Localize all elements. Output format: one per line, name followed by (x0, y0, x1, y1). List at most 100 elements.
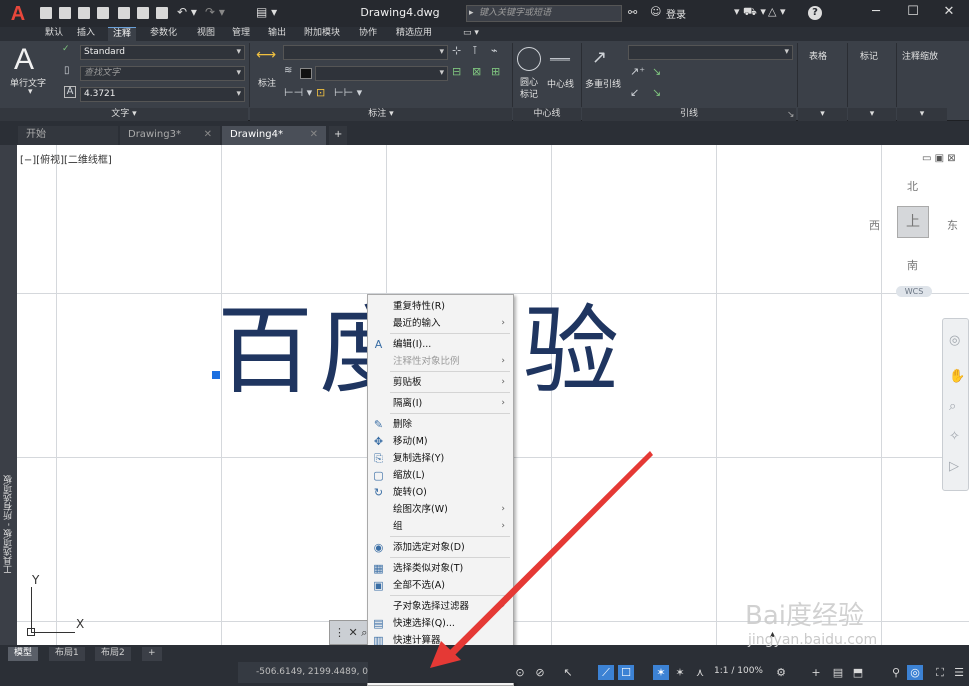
coordinates-readout[interactable]: -506.6149, 2199.4489, 0.0000 (238, 662, 368, 683)
tab-collaborate[interactable]: 协作 (354, 27, 382, 41)
viewport-controls[interactable]: [−][俯视][二维线框] (20, 151, 112, 166)
center-mark-button[interactable]: 圆心标记 (518, 77, 540, 101)
properties-icon[interactable]: ▤ (830, 665, 846, 680)
save-as-icon[interactable] (97, 7, 109, 19)
tab-addins[interactable]: 附加模块 (299, 27, 345, 41)
multileader-icon[interactable]: ↗ (592, 47, 607, 68)
steering-wheel-icon[interactable]: ◎ (949, 333, 960, 348)
viewcube-south[interactable]: 南 (907, 257, 918, 273)
annotation-scale-value[interactable]: 1:1 / 100% (714, 666, 763, 676)
pan-hand-icon[interactable]: ✋ (949, 369, 965, 384)
viewcube-top-face[interactable]: 上 (897, 206, 929, 238)
context-menu-item[interactable]: 剪贴板 › (368, 374, 513, 391)
search-input[interactable]: 键入关键字或短语 (466, 5, 622, 22)
baseline-dim-icon[interactable]: ⊢⊢ ▾ (334, 86, 362, 99)
doc-tab-drawing3[interactable]: Drawing3* ✕ (120, 126, 220, 145)
tab-output[interactable]: 输出 (263, 27, 291, 41)
minimize-button[interactable]: ─ (856, 0, 896, 26)
center-mark-icon[interactable] (517, 47, 541, 71)
dim-layer-dropdown[interactable] (315, 66, 448, 81)
hardware-accel-icon[interactable]: ◎ (907, 665, 923, 680)
chevron-down-icon[interactable]: ▾ (28, 87, 33, 97)
add-leader-icon[interactable]: ↗⁺ (630, 65, 645, 78)
new-layout-button[interactable]: + (142, 647, 162, 661)
context-menu-item[interactable]: ▤ 快速选择(Q)... (368, 615, 513, 632)
fullscreen-icon[interactable]: ⛶ (932, 665, 948, 680)
app-menu-button[interactable]: A (2, 2, 34, 26)
tab-parametric[interactable]: 参数化 (145, 27, 182, 41)
login-button[interactable]: 登录 (666, 6, 686, 21)
context-menu-item[interactable]: A 编辑(I)... (368, 336, 513, 353)
continue-dim-icon[interactable]: ⊢⊣ ▾ (284, 86, 312, 99)
layout-tab-layout2[interactable]: 布局2 (95, 647, 131, 661)
centerline-button[interactable]: 中心线 (547, 77, 574, 90)
context-menu-item[interactable]: ↻ 旋转(O) (368, 484, 513, 501)
close-icon[interactable]: ✕ (204, 126, 212, 144)
context-menu-item[interactable]: 最近的输入 › (368, 315, 513, 332)
viewport-window-controls[interactable]: ▭ ▣ ⊠ (922, 153, 956, 164)
isolate-icon[interactable]: ⚲ (888, 665, 904, 680)
table-panel-chevron-icon[interactable]: ▾ (798, 108, 847, 121)
context-menu-item[interactable]: ▣ 全部不选(A) (368, 577, 513, 594)
close-icon[interactable]: ✕ (310, 126, 318, 144)
layout-tab-layout1[interactable]: 布局1 (49, 647, 85, 661)
annotation-scale-chevron-icon[interactable]: ▾ (897, 108, 947, 121)
dim-reassociate-icon[interactable]: ⊞ (491, 65, 500, 78)
polar-icon[interactable]: ☐ (618, 665, 634, 680)
color-swatch[interactable] (300, 68, 312, 79)
new-tab-button[interactable]: + (329, 126, 347, 145)
markup-panel-button[interactable]: 标记 (860, 49, 878, 62)
cart-icon[interactable]: ▾ ⛟ ▾ (734, 5, 766, 20)
settings-gear-icon[interactable]: ⚙ (773, 665, 789, 680)
undo-icon[interactable]: ↶ ▾ (177, 5, 197, 19)
ortho-icon[interactable]: ⟋ (598, 665, 614, 680)
save-icon[interactable] (78, 7, 90, 19)
viewcube-east[interactable]: 东 (947, 217, 958, 233)
viewcube-west[interactable]: 西 (869, 217, 880, 233)
help-icon[interactable]: ? (808, 6, 822, 20)
collect-leader-icon[interactable]: ↘ (652, 86, 661, 99)
isodraft-icon[interactable]: ⊘ (532, 665, 548, 680)
cursor-icon[interactable]: ↖ (560, 665, 576, 680)
new-icon[interactable] (40, 7, 52, 19)
tool-palette-strip[interactable]: 工具选项板 - 所有选项板 (0, 145, 17, 645)
wcs-menu[interactable]: WCS (896, 286, 932, 297)
auto-scale-icon[interactable]: ✶ (672, 665, 688, 680)
text-panel-title[interactable]: 文字 ▾ (0, 108, 248, 121)
doc-tab-start[interactable]: 开始 (18, 126, 118, 145)
table-panel-button[interactable]: 表格 (809, 49, 827, 62)
mleader-style-dropdown[interactable] (628, 45, 793, 60)
context-menu-item[interactable]: ✎ 删除 (368, 416, 513, 433)
dim-break-icon[interactable]: ⊹ (452, 44, 461, 57)
maximize-button[interactable]: ☐ (893, 0, 933, 26)
graphics-icon[interactable]: ⬒ (850, 665, 866, 680)
leader-panel-launcher-icon[interactable]: ↘ (787, 110, 795, 120)
plot-icon[interactable] (156, 7, 168, 19)
context-menu-item[interactable]: 子对象选择过滤器 › (368, 598, 513, 615)
open-icon[interactable] (59, 7, 71, 19)
text-style-dropdown[interactable]: Standard (80, 45, 245, 60)
zoom-extents-icon[interactable]: ⌕ (949, 399, 956, 414)
context-menu-item[interactable]: 隔离(I) › (368, 395, 513, 412)
orbit-icon[interactable]: ✧ (949, 429, 960, 444)
dim-adjust-icon[interactable]: ⊺ (472, 44, 478, 57)
tab-annotate[interactable]: 注释 (108, 27, 137, 41)
close-button[interactable]: ✕ (929, 0, 969, 26)
annotation-scale-panel-button[interactable]: 注释缩放 (902, 49, 938, 62)
context-menu-item[interactable]: ⎘ 复制选择(Y) (368, 450, 513, 467)
centerline-icon[interactable]: ═══ (550, 53, 570, 66)
quick-dim-icon[interactable]: ⊡ (316, 86, 325, 99)
spellcheck-icon[interactable]: ✓ (62, 44, 70, 54)
dim-update-icon[interactable]: ⊠ (472, 65, 481, 78)
workspace-icon[interactable]: ▤ ▾ (256, 5, 277, 19)
search-binoculars-icon[interactable]: ⚯ (628, 6, 637, 19)
dim-style-dropdown[interactable] (283, 45, 448, 60)
tab-featured-apps[interactable]: 精选应用 (391, 27, 437, 41)
viewcube-north[interactable]: 北 (907, 178, 918, 194)
find-text-field[interactable]: 查找文字 (80, 66, 245, 81)
align-leader-icon[interactable]: ↙ (630, 86, 639, 99)
remove-leader-icon[interactable]: ↘ (652, 65, 661, 78)
context-menu-item[interactable]: ▢ 缩放(L) (368, 467, 513, 484)
tab-overflow-icon[interactable]: ▭ ▾ (458, 27, 484, 41)
context-menu-item[interactable]: ▦ 选择类似对象(T) (368, 560, 513, 577)
